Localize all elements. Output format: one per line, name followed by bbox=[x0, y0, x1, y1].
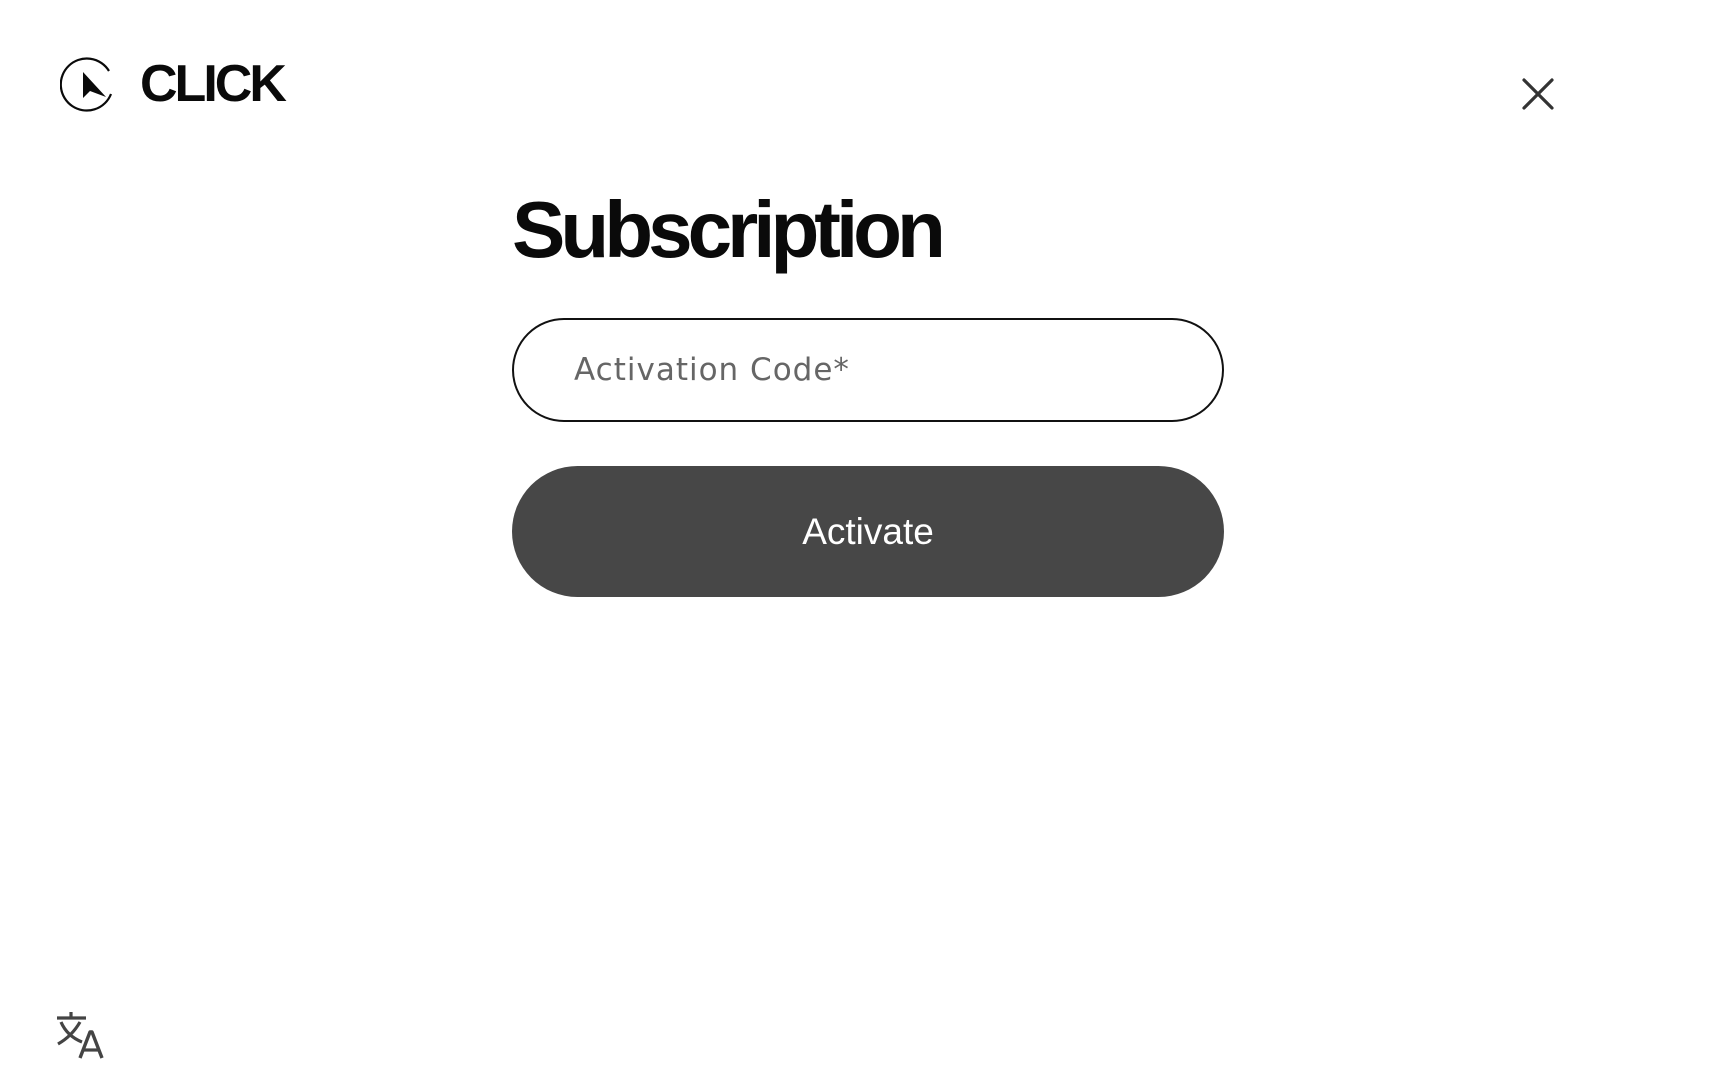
subscription-form: Subscription Activate bbox=[512, 186, 1224, 597]
brand-logo: CLICK bbox=[60, 54, 287, 114]
close-button[interactable] bbox=[1516, 72, 1560, 116]
close-icon bbox=[1522, 78, 1554, 110]
page-title: Subscription bbox=[512, 185, 946, 274]
translate-icon bbox=[57, 1012, 104, 1059]
play-cursor-circle-icon bbox=[60, 57, 113, 112]
brand-name: CLICK bbox=[140, 55, 287, 113]
activate-button[interactable]: Activate bbox=[512, 466, 1224, 597]
language-button[interactable] bbox=[54, 1010, 104, 1060]
subscription-page: CLICK Subscription Activate bbox=[0, 0, 1714, 1090]
activation-code-input[interactable] bbox=[512, 318, 1224, 422]
